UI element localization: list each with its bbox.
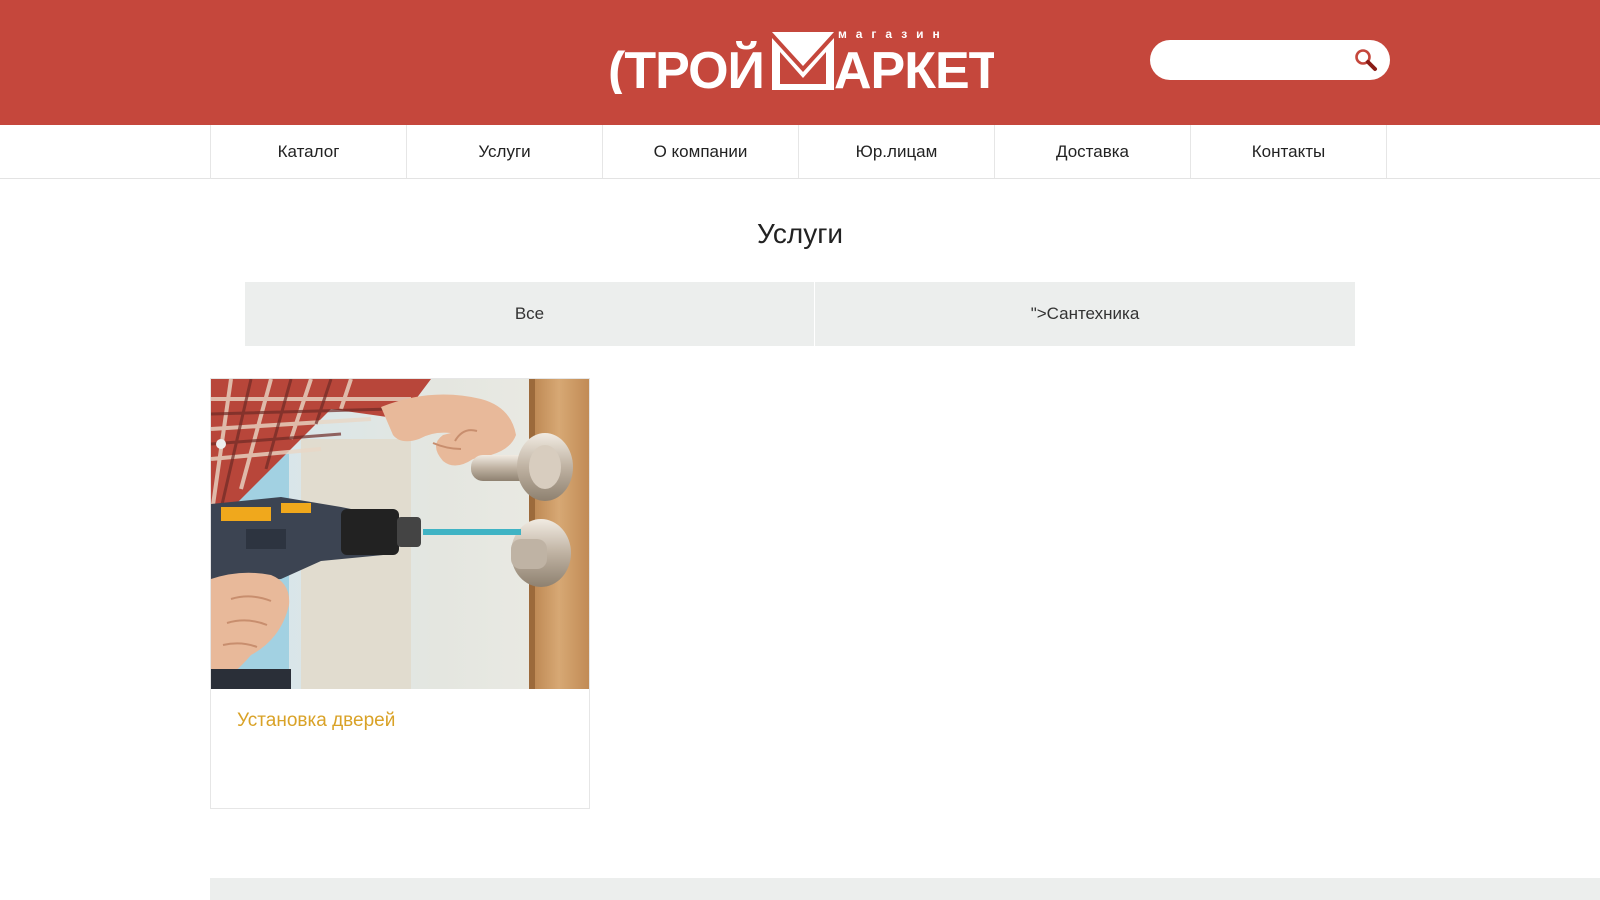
filter-tab-all[interactable]: Все [245,282,815,346]
service-card[interactable]: Установка дверей [210,378,590,809]
search-box [1150,40,1390,82]
nav-item-services[interactable]: Услуги [407,125,603,178]
footer-bar [210,878,1600,900]
logo[interactable]: магазин (ТРОЙ АРКЕТ [608,24,994,94]
door-installation-photo[interactable] [211,379,589,689]
service-card-title[interactable]: Установка дверей [237,710,395,732]
svg-text:АРКЕТ: АРКЕТ [834,42,994,94]
search-icon[interactable] [1354,48,1378,72]
page-title: Услуги [756,218,844,249]
nav-item-catalog[interactable]: Каталог [211,125,407,178]
filter-tab-plumbing[interactable]: ">Сантехника [815,282,1355,346]
svg-text:(ТРОЙ: (ТРОЙ [608,41,764,94]
nav-item-delivery[interactable]: Доставка [995,125,1191,178]
nav-item-contacts[interactable]: Контакты [1191,125,1387,178]
site-header: магазин (ТРОЙ АРКЕТ [0,0,1600,125]
category-filter: Все ">Сантехника [245,282,1355,346]
search-input[interactable] [1166,40,1350,82]
nav-item-about[interactable]: О компании [603,125,799,178]
nav-item-legal-entities[interactable]: Юр.лицам [799,125,995,178]
svg-text:магазин: магазин [838,27,949,41]
main-nav: Каталог Услуги О компании Юр.лицам Доста… [0,125,1600,179]
